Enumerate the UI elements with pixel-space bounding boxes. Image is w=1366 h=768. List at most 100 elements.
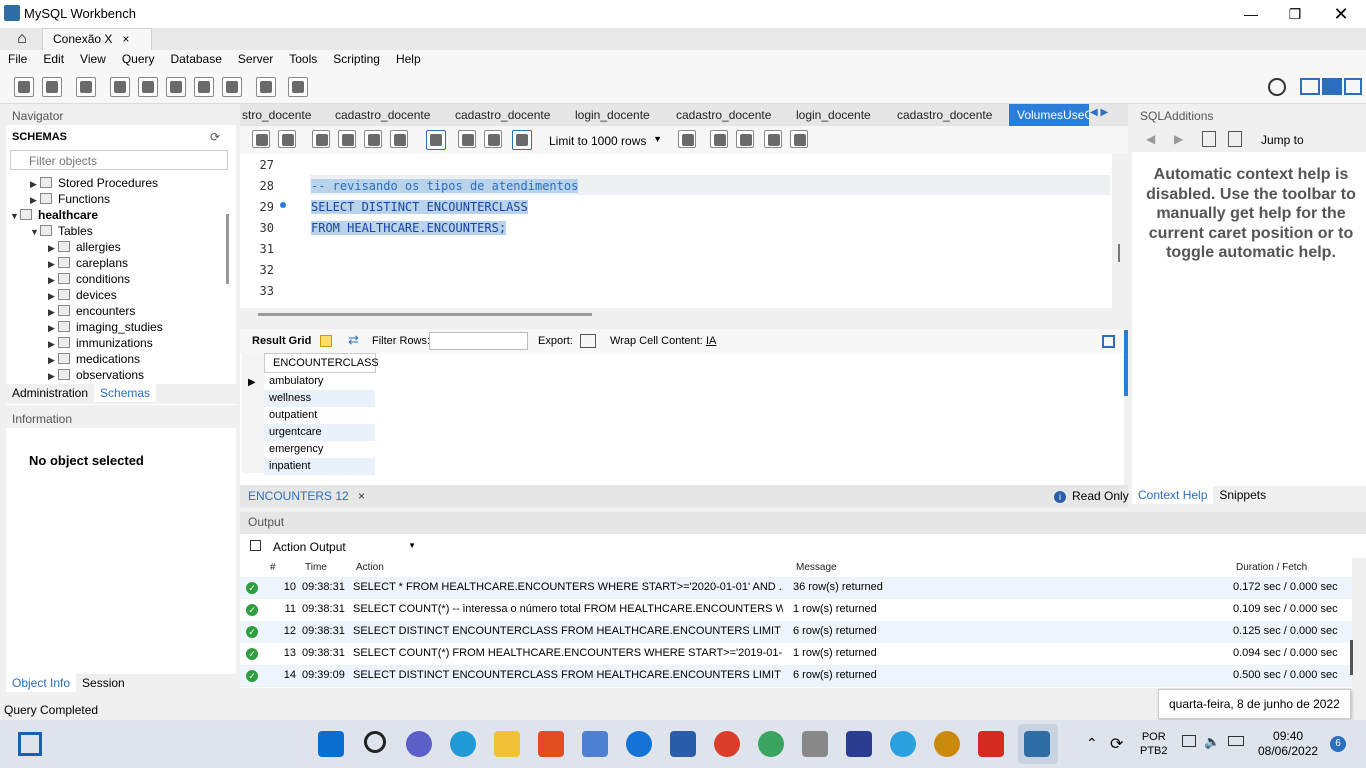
chrome-icon[interactable] bbox=[714, 731, 740, 757]
minimize-button[interactable]: — bbox=[1236, 4, 1266, 24]
expand-arrow-icon[interactable]: ▶ bbox=[48, 275, 58, 286]
close-tab-icon[interactable]: × bbox=[122, 32, 129, 46]
expand-arrow-icon[interactable]: ▶ bbox=[48, 323, 58, 334]
expand-arrow-icon[interactable]: ▼ bbox=[30, 227, 40, 237]
volume-icon[interactable]: 🔈 bbox=[1204, 734, 1220, 750]
toggle-sidebar-icon[interactable] bbox=[1300, 78, 1320, 95]
open-sql-script-icon[interactable] bbox=[42, 77, 62, 97]
result-cell[interactable]: ambulatory bbox=[264, 373, 375, 390]
beautify-icon[interactable] bbox=[710, 130, 728, 148]
query-tab[interactable]: cadastro_docente bbox=[676, 104, 771, 126]
col-header-message[interactable]: Message bbox=[796, 562, 837, 573]
tab-object-info[interactable]: Object Info bbox=[6, 674, 77, 692]
result-cell[interactable]: outpatient bbox=[264, 407, 375, 424]
tab-administration[interactable]: Administration bbox=[6, 384, 94, 402]
back-icon[interactable]: ◀ bbox=[1146, 132, 1155, 146]
task-view-icon[interactable] bbox=[18, 732, 42, 756]
output-row[interactable]: ✓ 10 09:38:31 SELECT * FROM HEALTHCARE.ENCO… bbox=[240, 577, 1352, 599]
menu-help[interactable]: Help bbox=[388, 50, 429, 66]
menu-file[interactable]: File bbox=[0, 50, 35, 66]
commit-icon[interactable] bbox=[458, 130, 476, 148]
settings-gear-icon[interactable] bbox=[1268, 78, 1286, 96]
output-row[interactable]: ✓ 13 09:38:31 SELECT COUNT(*) FROM HEALTHCA… bbox=[240, 643, 1352, 665]
jump-to-label[interactable]: Jump to bbox=[1261, 133, 1304, 147]
menu-tools[interactable]: Tools bbox=[281, 50, 325, 66]
query-tab[interactable]: cadastro_docente bbox=[897, 104, 992, 126]
tree-item[interactable]: ▼ healthcare bbox=[10, 208, 98, 222]
inspector-icon[interactable] bbox=[76, 77, 96, 97]
create-schema-icon[interactable] bbox=[110, 77, 130, 97]
result-cell[interactable]: wellness bbox=[264, 390, 375, 407]
menu-query[interactable]: Query bbox=[114, 50, 163, 66]
forward-icon[interactable]: ▶ bbox=[1174, 132, 1183, 146]
navigator-scrollbar[interactable] bbox=[226, 214, 229, 284]
home-icon[interactable]: ⌂ bbox=[8, 29, 36, 49]
file-explorer-icon[interactable] bbox=[494, 731, 520, 757]
refresh-results-icon[interactable]: ⇄ bbox=[348, 332, 359, 348]
wrap-lines-icon[interactable] bbox=[790, 130, 808, 148]
clock[interactable]: 09:40 08/06/2022 bbox=[1258, 729, 1318, 759]
col-header-duration[interactable]: Duration / Fetch bbox=[1236, 562, 1307, 573]
auto-help-icon[interactable] bbox=[1228, 131, 1242, 147]
new-sql-tab-icon[interactable] bbox=[14, 77, 34, 97]
search-table-data-icon[interactable] bbox=[256, 77, 276, 97]
copy-output-icon[interactable] bbox=[250, 540, 261, 551]
output-type-select[interactable]: Action Output ▼ bbox=[268, 537, 418, 557]
tree-item[interactable]: ▶ Functions bbox=[30, 192, 110, 206]
editor-hscrollbar[interactable] bbox=[258, 313, 592, 316]
manual-help-icon[interactable] bbox=[1202, 131, 1216, 147]
tree-item[interactable]: ▶ medications bbox=[48, 352, 140, 366]
app-icon[interactable] bbox=[846, 731, 872, 757]
toggle-output-icon[interactable] bbox=[1322, 78, 1342, 95]
query-tab[interactable]: stro_docente bbox=[242, 104, 311, 126]
acrobat-icon[interactable] bbox=[978, 731, 1004, 757]
grid-view-icon[interactable] bbox=[320, 335, 332, 347]
network-icon[interactable] bbox=[1182, 735, 1196, 747]
tab-context-help[interactable]: Context Help bbox=[1132, 486, 1214, 504]
expand-arrow-icon[interactable]: ▶ bbox=[30, 195, 40, 206]
find-icon[interactable] bbox=[736, 130, 754, 148]
printer-icon[interactable] bbox=[802, 731, 828, 757]
save-icon[interactable] bbox=[278, 130, 296, 148]
tree-item[interactable]: ▶ Stored Procedures bbox=[30, 176, 158, 190]
wrap-cell-icon[interactable]: IA bbox=[706, 335, 716, 347]
notification-badge[interactable]: 6 bbox=[1330, 736, 1346, 752]
form-editor-icon[interactable] bbox=[1102, 335, 1115, 348]
tree-item[interactable]: ▶ conditions bbox=[48, 272, 130, 286]
result-cell[interactable]: emergency bbox=[264, 441, 375, 458]
maps-icon[interactable] bbox=[758, 731, 784, 757]
expand-arrow-icon[interactable]: ▶ bbox=[48, 371, 58, 382]
tab-schemas[interactable]: Schemas bbox=[94, 384, 157, 402]
export-icon[interactable] bbox=[580, 334, 596, 348]
language-indicator[interactable]: POR PTB2 bbox=[1140, 730, 1168, 758]
result-cell[interactable]: inpatient bbox=[264, 458, 375, 475]
tab-scroll-arrows-icon[interactable]: ◀ ▶ bbox=[1090, 107, 1108, 118]
reconnect-icon[interactable] bbox=[288, 77, 308, 97]
menu-view[interactable]: View bbox=[72, 50, 114, 66]
tree-item[interactable]: ▼ Tables bbox=[30, 224, 93, 238]
menu-database[interactable]: Database bbox=[163, 50, 230, 66]
query-tab-active[interactable]: VolumesUseC bbox=[1009, 104, 1089, 126]
expand-arrow-icon[interactable]: ▶ bbox=[48, 259, 58, 270]
col-header-number[interactable]: # bbox=[270, 562, 276, 573]
sql-editor[interactable]: 27 28 29 30 31 32 33 -- revisando os tip… bbox=[240, 154, 1120, 308]
connection-tab[interactable]: Conexão X × bbox=[42, 28, 152, 50]
query-tab[interactable]: cadastro_docente bbox=[455, 104, 550, 126]
query-tab[interactable]: login_docente bbox=[796, 104, 871, 126]
expand-arrow-icon[interactable]: ▶ bbox=[48, 243, 58, 254]
editor-vscrollbar[interactable] bbox=[1118, 244, 1120, 262]
rollback-icon[interactable] bbox=[484, 130, 502, 148]
toggle-continue-on-error-icon[interactable] bbox=[426, 130, 446, 150]
create-procedure-icon[interactable] bbox=[194, 77, 214, 97]
tab-session[interactable]: Session bbox=[76, 674, 131, 692]
expand-arrow-icon[interactable]: ▶ bbox=[30, 179, 40, 190]
result-tab[interactable]: ENCOUNTERS 12 × bbox=[248, 489, 365, 503]
open-file-icon[interactable] bbox=[252, 130, 270, 148]
toggle-secondary-sidebar-icon[interactable] bbox=[1344, 78, 1362, 95]
expand-arrow-icon[interactable]: ▶ bbox=[48, 355, 58, 366]
start-icon[interactable] bbox=[318, 731, 344, 757]
app-icon[interactable] bbox=[934, 731, 960, 757]
filter-rows-input[interactable] bbox=[429, 332, 528, 350]
refresh-schemas-icon[interactable]: ⟳ bbox=[210, 130, 220, 144]
col-header-action[interactable]: Action bbox=[356, 562, 384, 573]
